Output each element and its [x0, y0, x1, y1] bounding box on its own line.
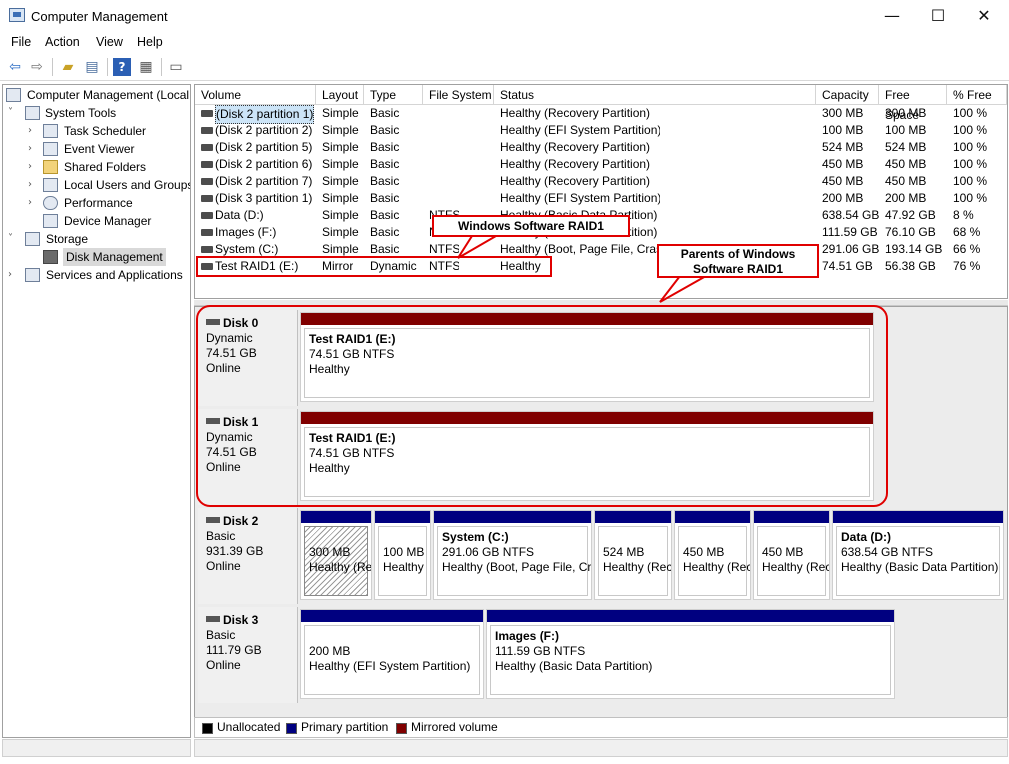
raid1-disks-highlight [196, 305, 888, 507]
callout-parents: Parents of Windows Software RAID1 [657, 244, 819, 278]
callout-raid1: Windows Software RAID1 [432, 215, 630, 237]
